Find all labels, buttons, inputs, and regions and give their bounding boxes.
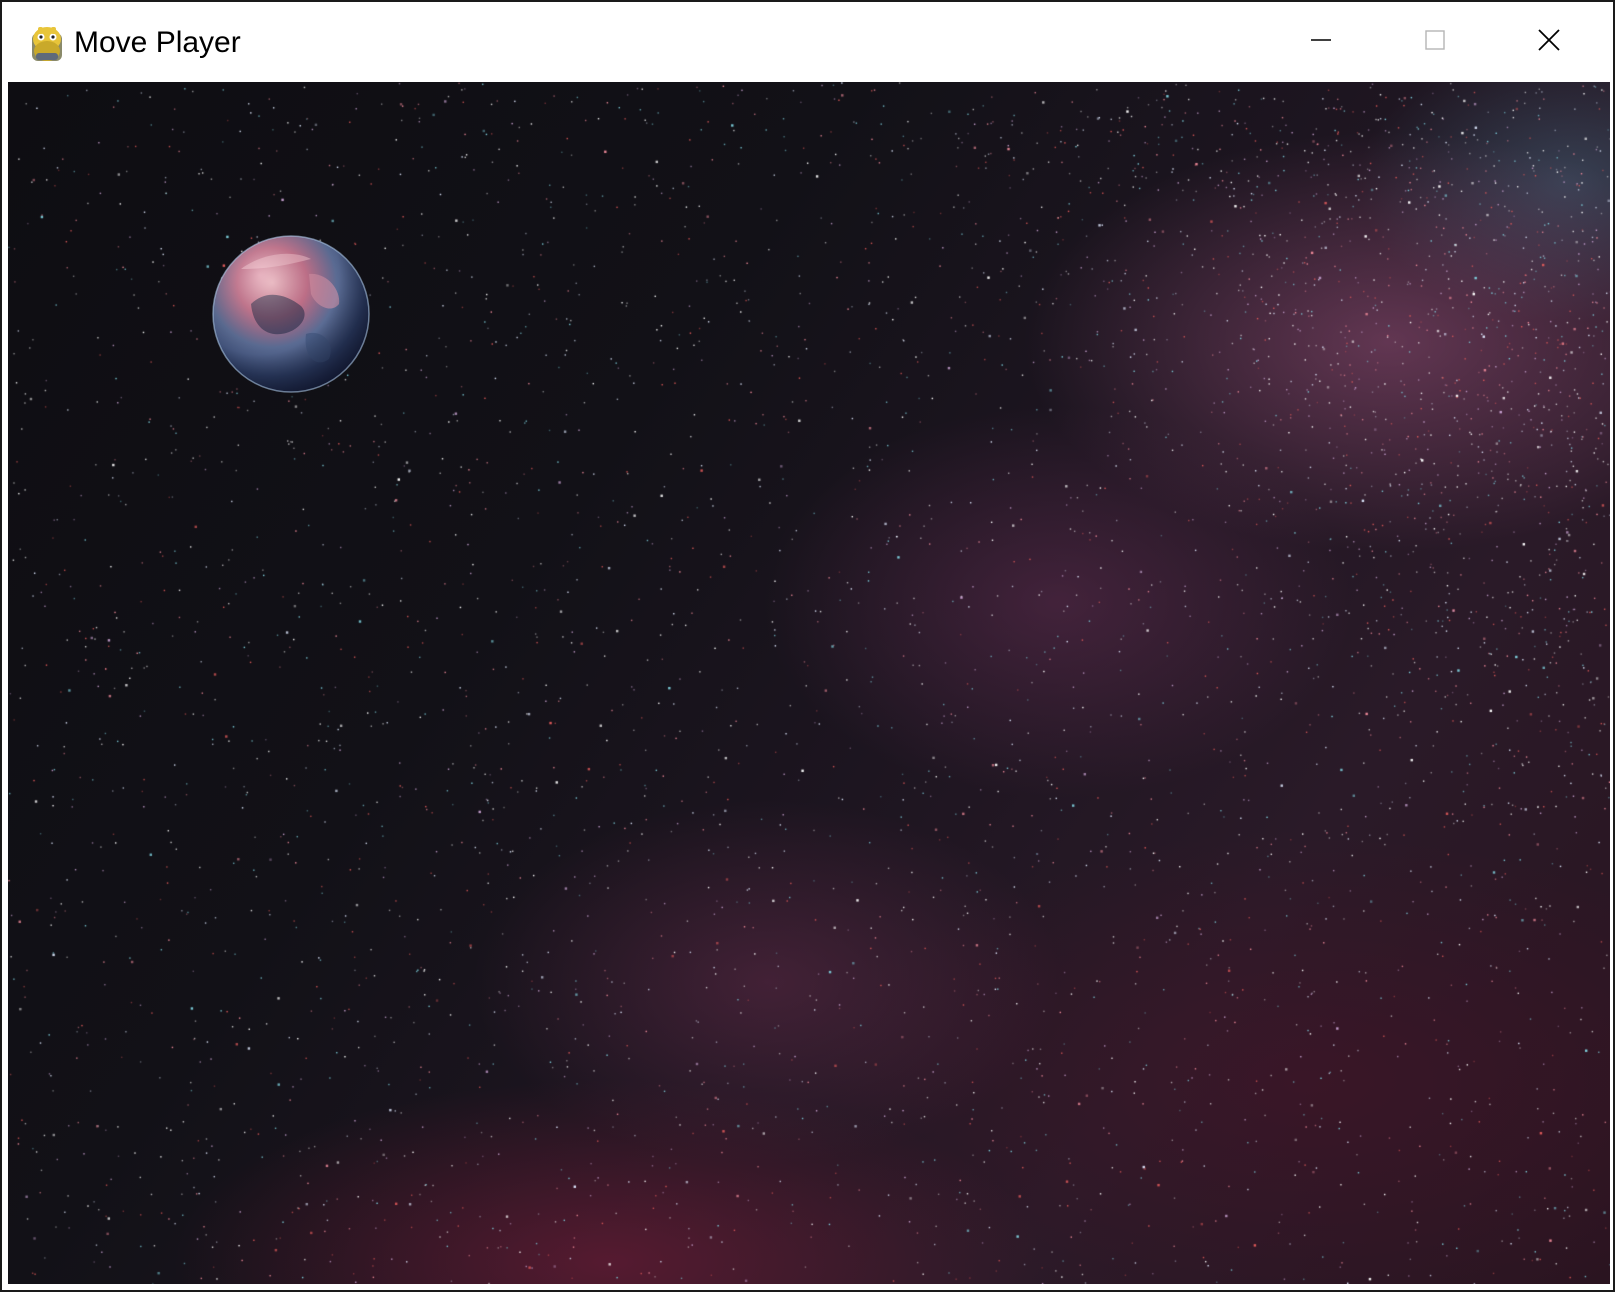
game-canvas[interactable] bbox=[8, 82, 1610, 1284]
pygame-snake-icon bbox=[28, 23, 66, 65]
maximize-button[interactable] bbox=[1378, 2, 1492, 82]
app-window: Move Player bbox=[0, 0, 1615, 1292]
window-title: Move Player bbox=[74, 26, 241, 59]
player-earth-sprite bbox=[211, 234, 371, 394]
minimize-button[interactable] bbox=[1264, 2, 1378, 82]
close-icon bbox=[1537, 28, 1561, 57]
title-bar[interactable]: Move Player bbox=[2, 2, 1613, 82]
close-button[interactable] bbox=[1492, 2, 1606, 82]
minimize-icon bbox=[1310, 29, 1332, 56]
maximize-icon bbox=[1424, 29, 1446, 56]
